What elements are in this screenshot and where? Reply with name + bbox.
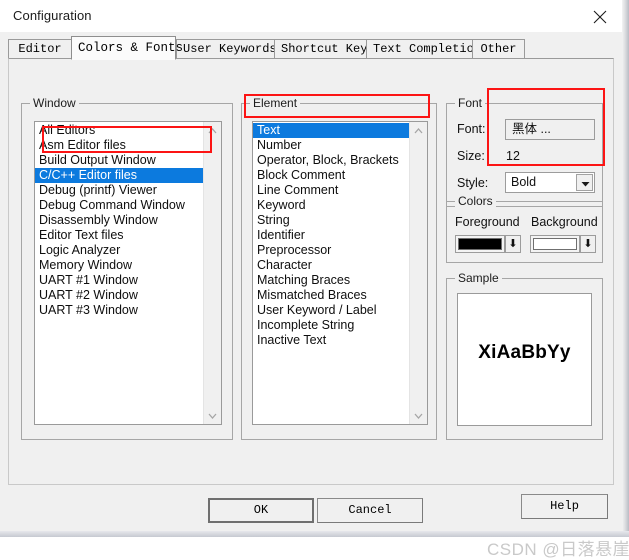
list-item[interactable]: Debug Command Window	[35, 198, 204, 213]
scroll-up-button[interactable]	[204, 122, 221, 139]
sample-group-title: Sample	[455, 271, 502, 285]
list-item[interactable]: Editor Text files	[35, 228, 204, 243]
page-title: Configuration	[13, 8, 92, 23]
sample-group: Sample XiAaBbYy	[446, 271, 603, 440]
configuration-dialog: Configuration Editor Colors & Fonts User…	[0, 0, 629, 559]
background-label: Background	[531, 215, 598, 229]
tab-user-keywords[interactable]: User Keywords	[176, 39, 277, 59]
list-item[interactable]: Incomplete String	[253, 318, 410, 333]
arrow-down-icon: ⬇	[583, 238, 593, 250]
list-item[interactable]: Debug (printf) Viewer	[35, 183, 204, 198]
list-item[interactable]: Logic Analyzer	[35, 243, 204, 258]
list-item[interactable]: String	[253, 213, 410, 228]
tab-colors-and-fonts[interactable]: Colors & Fonts	[71, 36, 183, 60]
list-item[interactable]: UART #1 Window	[35, 273, 204, 288]
size-label: Size:	[457, 149, 485, 163]
font-group-title: Font	[455, 96, 486, 110]
colors-group-title: Colors	[455, 194, 496, 208]
title-bar: Configuration	[0, 0, 622, 33]
list-item[interactable]: Keyword	[253, 198, 410, 213]
tab-strip: Editor Colors & Fonts User Keywords Shor…	[8, 36, 614, 60]
sample-text: XiAaBbYy	[478, 342, 571, 363]
scroll-down-button[interactable]	[204, 407, 221, 424]
list-item[interactable]: Memory Window	[35, 258, 204, 273]
list-item[interactable]: Asm Editor files	[35, 138, 204, 153]
list-item[interactable]: Character	[253, 258, 410, 273]
ok-button[interactable]: OK	[208, 498, 314, 523]
list-item[interactable]: UART #3 Window	[35, 303, 204, 318]
foreground-color-swatch[interactable]	[455, 235, 505, 253]
colors-group: Colors Foreground Background ⬇ ⬇	[446, 194, 603, 263]
style-combobox-arrow[interactable]	[576, 174, 593, 191]
background-color-swatch[interactable]	[530, 235, 580, 253]
arrow-down-icon: ⬇	[508, 238, 518, 250]
element-listbox-items: Text Number Operator, Block, Brackets Bl…	[253, 123, 410, 348]
list-item[interactable]: Number	[253, 138, 410, 153]
cancel-button[interactable]: Cancel	[317, 498, 423, 523]
list-item-selected[interactable]: Text	[253, 123, 410, 138]
list-item[interactable]: Line Comment	[253, 183, 410, 198]
background-color-chip	[533, 238, 577, 250]
foreground-label: Foreground	[455, 215, 520, 229]
window-bottom-edge	[0, 531, 629, 537]
background-color-dropdown[interactable]: ⬇	[580, 235, 596, 253]
window-right-edge	[622, 0, 629, 531]
list-item[interactable]: Disassembly Window	[35, 213, 204, 228]
list-item[interactable]: Preprocessor	[253, 243, 410, 258]
close-button[interactable]	[577, 0, 622, 31]
element-group-title: Element	[250, 96, 301, 110]
tab-editor[interactable]: Editor	[8, 39, 72, 59]
tab-other[interactable]: Other	[472, 39, 525, 59]
font-group: Font Font: 黑体 ... Size: 12 Style: Bold	[446, 96, 603, 207]
list-item[interactable]: Mismatched Braces	[253, 288, 410, 303]
list-item[interactable]: Matching Braces	[253, 273, 410, 288]
font-picker-button[interactable]: 黑体 ...	[505, 119, 595, 140]
help-button[interactable]: Help	[521, 494, 608, 519]
foreground-color-chip	[458, 238, 502, 250]
watermark: CSDN @日落悬崖	[487, 540, 629, 559]
tab-shortcut-keys[interactable]: Shortcut Keys	[274, 39, 375, 59]
list-item-selected[interactable]: C/C++ Editor files	[35, 168, 204, 183]
list-item[interactable]: Identifier	[253, 228, 410, 243]
element-listbox[interactable]: Text Number Operator, Block, Brackets Bl…	[252, 121, 428, 425]
tab-text-completion[interactable]: Text Completion	[366, 39, 481, 59]
window-listbox-items: All Editors Asm Editor files Build Outpu…	[35, 123, 204, 318]
font-label: Font:	[457, 122, 486, 136]
list-item[interactable]: UART #2 Window	[35, 288, 204, 303]
list-item[interactable]: Inactive Text	[253, 333, 410, 348]
scroll-down-button[interactable]	[410, 407, 427, 424]
style-combobox[interactable]: Bold	[505, 172, 595, 193]
window-listbox-scrollbar[interactable]	[203, 122, 221, 424]
tab-page-colors-and-fonts: Window All Editors Asm Editor files Buil…	[8, 58, 614, 485]
style-combobox-value: Bold	[511, 175, 537, 189]
sample-preview: XiAaBbYy	[457, 293, 592, 426]
window-group-title: Window	[30, 96, 79, 110]
scroll-up-button[interactable]	[410, 122, 427, 139]
element-listbox-scrollbar[interactable]	[409, 122, 427, 424]
list-item[interactable]: Operator, Block, Brackets	[253, 153, 410, 168]
foreground-color-dropdown[interactable]: ⬇	[505, 235, 521, 253]
list-item[interactable]: User Keyword / Label	[253, 303, 410, 318]
dialog-client-area: Editor Colors & Fonts User Keywords Shor…	[0, 32, 629, 559]
list-item[interactable]: All Editors	[35, 123, 204, 138]
size-value: 12	[506, 149, 520, 163]
window-group: Window All Editors Asm Editor files Buil…	[21, 96, 233, 440]
window-listbox[interactable]: All Editors Asm Editor files Build Outpu…	[34, 121, 222, 425]
style-label: Style:	[457, 176, 489, 190]
list-item[interactable]: Build Output Window	[35, 153, 204, 168]
list-item[interactable]: Block Comment	[253, 168, 410, 183]
element-group: Element Text Number Operator, Block, Bra…	[241, 96, 437, 440]
